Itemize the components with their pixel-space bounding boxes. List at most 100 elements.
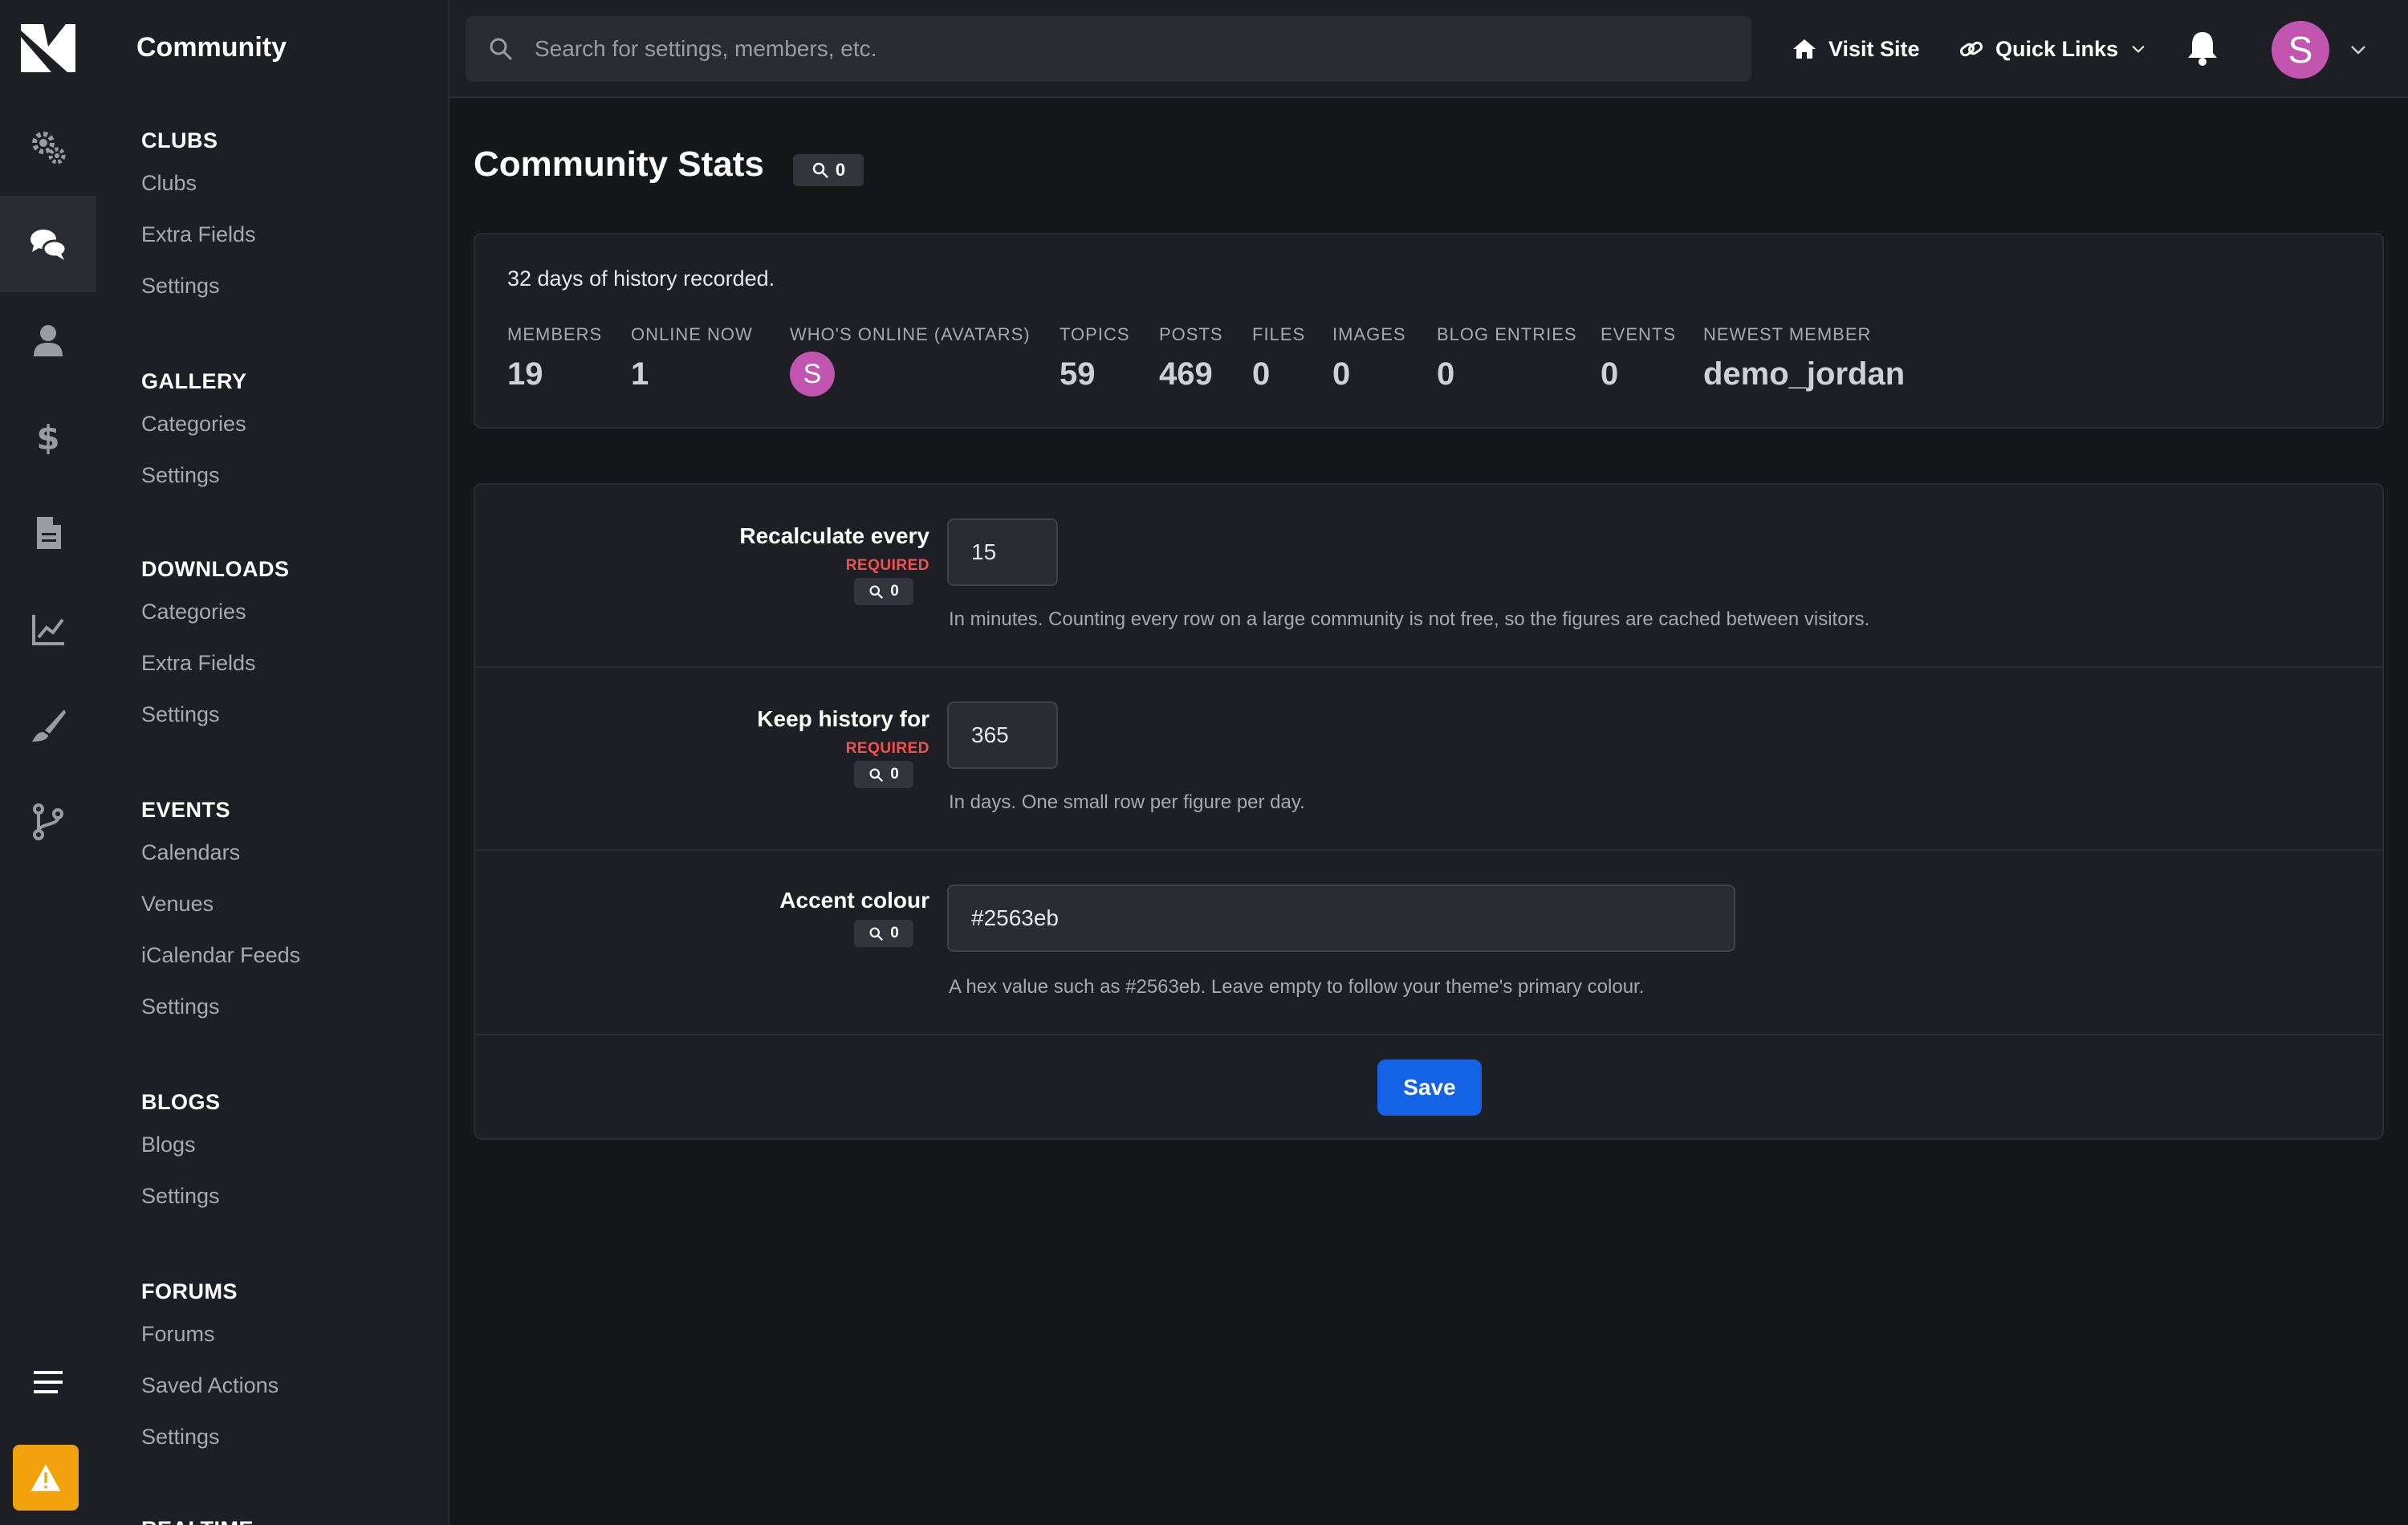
page-title: Community Stats (474, 144, 764, 184)
rail-item-stats[interactable] (0, 581, 96, 677)
stat-label: TOPICS (1060, 324, 1130, 344)
field-search-count: 0 (890, 583, 899, 600)
nav-group-realtime: REALTIME (141, 1512, 446, 1525)
rail-warning-button[interactable] (13, 1445, 79, 1511)
field-search-count: 0 (890, 766, 899, 783)
sidebar-title: Community (136, 32, 287, 63)
sidebar-item-calendars[interactable]: Calendars (141, 827, 446, 878)
rail-menu-toggle[interactable] (0, 1334, 96, 1430)
accent-colour-input[interactable] (947, 885, 1735, 952)
online-user-avatar[interactable]: S (790, 352, 835, 396)
nav-group-gallery: GALLERY Categories Settings (141, 364, 446, 501)
stat-posts: POSTS 469 (1159, 324, 1223, 392)
search-count: 0 (835, 160, 846, 180)
sidebar-item-clubs-settings[interactable]: Settings (141, 260, 446, 311)
field-search-count: 0 (890, 925, 899, 941)
stat-value: 0 (1437, 356, 1455, 392)
chevron-down-icon (2132, 45, 2145, 53)
rail-item-community[interactable] (0, 196, 96, 292)
sidebar-item-saved-actions[interactable]: Saved Actions (141, 1360, 446, 1411)
stats-card: 32 days of history recorded. MEMBERS 19 … (474, 233, 2384, 429)
stat-files: FILES 0 (1252, 324, 1305, 392)
sidebar-item-blogs[interactable]: Blogs (141, 1119, 446, 1170)
rail-item-commerce[interactable]: $ (0, 388, 96, 485)
required-badge: REQUIRED (845, 740, 929, 757)
sidebar-item-icalendar-feeds[interactable]: iCalendar Feeds (141, 929, 446, 981)
stat-value: 469 (1159, 356, 1213, 392)
sidebar-item-blogs-settings[interactable]: Settings (141, 1170, 446, 1222)
stat-value: 0 (1601, 356, 1619, 392)
sidebar-item-events-settings[interactable]: Settings (141, 981, 446, 1032)
code-branch-icon (33, 803, 63, 840)
brand-logo-icon[interactable] (19, 22, 77, 74)
field-help: In minutes. Counting every row on a larg… (949, 608, 1870, 630)
recalculate-every-input[interactable] (947, 518, 1058, 586)
user-avatar[interactable]: S (2272, 21, 2329, 79)
gears-icon (32, 132, 66, 165)
stat-value: 0 (1252, 356, 1271, 392)
rail-item-members[interactable] (0, 292, 96, 388)
nav-group-clubs: CLUBS Clubs Extra Fields Settings (141, 124, 446, 311)
search-icon (869, 768, 884, 782)
field-search-badge[interactable]: 0 (854, 578, 913, 605)
sidebar-item-venues[interactable]: Venues (141, 878, 446, 929)
top-bar: Visit Site Quick Links S (449, 0, 2408, 98)
nav-heading: EVENTS (141, 798, 231, 822)
rail-item-system[interactable] (0, 100, 96, 196)
stat-topics: TOPICS 59 (1060, 324, 1130, 392)
form-row-keep-history: Keep history for REQUIRED 0 In days. One… (475, 668, 2382, 851)
nav-group-forums: FORUMS Forums Saved Actions Settings (141, 1275, 446, 1462)
field-search-badge[interactable]: 0 (854, 920, 913, 947)
field-help: A hex value such as #2563eb. Leave empty… (949, 976, 1645, 998)
sidebar-item-clubs-extra-fields[interactable]: Extra Fields (141, 209, 446, 260)
nav-group-events: EVENTS Calendars Venues iCalendar Feeds … (141, 793, 446, 1032)
nav-group-downloads: DOWNLOADS Categories Extra Fields Settin… (141, 552, 446, 740)
stat-label: MEMBERS (507, 324, 603, 344)
section-sidebar: Community CLUBS Clubs Extra Fields Setti… (96, 0, 449, 1525)
stat-blog-entries: BLOG ENTRIES 0 (1437, 324, 1577, 392)
sidebar-item-downloads-extra-fields[interactable]: Extra Fields (141, 637, 446, 689)
search-icon (812, 162, 828, 178)
search-icon (869, 927, 884, 941)
global-search[interactable] (466, 16, 1751, 82)
stat-value: 19 (507, 356, 543, 392)
field-help: In days. One small row per figure per da… (949, 791, 1305, 813)
brush-icon (32, 710, 66, 742)
form-row-recalculate: Recalculate every REQUIRED 0 In minutes.… (475, 485, 2382, 668)
sidebar-item-downloads-settings[interactable]: Settings (141, 689, 446, 740)
field-label: Recalculate every (739, 523, 929, 548)
sidebar-item-forums-settings[interactable]: Settings (141, 1411, 446, 1462)
nav-heading: CLUBS (141, 128, 218, 152)
quick-links-label: Quick Links (1995, 36, 2119, 61)
sidebar-item-forums[interactable]: Forums (141, 1308, 446, 1360)
nav-heading: DOWNLOADS (141, 557, 290, 581)
chevron-down-icon[interactable] (2349, 40, 2368, 59)
sidebar-item-gallery-categories[interactable]: Categories (141, 398, 446, 449)
save-button[interactable]: Save (1377, 1059, 1482, 1116)
stat-label: ONLINE NOW (631, 324, 753, 344)
sidebar-item-clubs[interactable]: Clubs (141, 157, 446, 209)
nav-group-blogs: BLOGS Blogs Settings (141, 1085, 446, 1222)
stat-label: NEWEST MEMBER (1703, 324, 1872, 344)
keep-history-input[interactable] (947, 702, 1058, 769)
search-count-badge[interactable]: 0 (793, 154, 864, 186)
sidebar-item-gallery-settings[interactable]: Settings (141, 449, 446, 501)
quick-links-dropdown[interactable]: Quick Links (1959, 31, 2147, 67)
visit-site-link[interactable]: Visit Site (1792, 31, 1920, 67)
search-icon (869, 585, 884, 599)
line-chart-icon (32, 615, 64, 645)
stat-label: IMAGES (1332, 324, 1406, 344)
rail-item-content[interactable] (0, 485, 96, 581)
stat-members: MEMBERS 19 (507, 324, 602, 392)
nav-heading: REALTIME (141, 1512, 446, 1525)
home-icon (1793, 39, 1816, 59)
search-input[interactable] (535, 36, 1658, 62)
field-search-badge[interactable]: 0 (854, 761, 913, 788)
visit-site-label: Visit Site (1828, 36, 1920, 61)
sidebar-item-downloads-categories[interactable]: Categories (141, 586, 446, 637)
notifications-bell-icon[interactable] (2183, 29, 2222, 67)
rail-item-developer[interactable] (0, 774, 96, 870)
newest-member-link[interactable]: demo_jordan (1703, 356, 1905, 392)
stat-label: POSTS (1159, 324, 1223, 344)
rail-item-customization[interactable] (0, 677, 96, 774)
